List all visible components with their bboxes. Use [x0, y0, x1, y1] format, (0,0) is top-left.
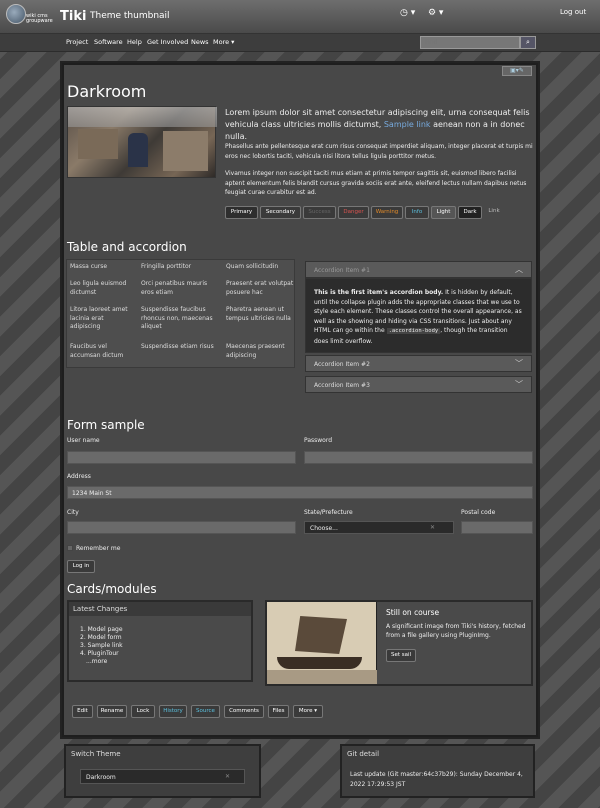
chevron-up-icon: ︿	[515, 265, 523, 274]
password-field[interactable]	[304, 451, 533, 464]
city-label: City	[67, 509, 79, 516]
edit-button[interactable]: Edit	[72, 705, 93, 718]
edit-icon[interactable]: ✎	[519, 67, 524, 74]
list-item[interactable]: 1. Model page	[80, 626, 123, 634]
git-detail-text: Last update (Git master:64c37b29): Sunda…	[350, 771, 523, 788]
table-cell: Leo ligula euismod dictumst	[70, 280, 127, 296]
latest-changes-title: Latest Changes	[69, 602, 251, 616]
nav-item-get-involved[interactable]: Get Involved	[147, 38, 188, 46]
table-cell: Maecenas praesent adipiscing	[226, 343, 285, 359]
switch-theme-title: Switch Theme	[71, 750, 121, 758]
set-sail-button[interactable]: Set sail	[386, 649, 416, 662]
remember-label: Remember me	[76, 545, 121, 552]
postal-label: Postal code	[461, 509, 496, 516]
history-button[interactable]: History	[159, 705, 187, 718]
table-cell: Faucibus vel accumsan dictum	[70, 343, 124, 359]
remember-checkbox[interactable]	[67, 545, 73, 551]
table-cell: Suspendisse faucibus rhoncus non, maecen…	[141, 306, 213, 330]
sample-link[interactable]: Sample link	[384, 120, 431, 129]
accordion-item-3[interactable]: Accordion Item #3 ﹀	[305, 376, 532, 393]
nav-item-help[interactable]: Help	[127, 38, 142, 46]
table-cell: Fringilla porttitor	[141, 263, 192, 270]
info-button[interactable]: Info	[405, 206, 429, 219]
dark-button[interactable]: Dark	[458, 206, 482, 219]
link-button[interactable]: Link	[484, 206, 504, 219]
postal-field[interactable]	[461, 521, 533, 534]
list-item[interactable]: 2. Model form	[80, 634, 123, 642]
password-label: Password	[304, 437, 333, 444]
list-item[interactable]: 3. Sample link	[80, 642, 123, 650]
picture-icon[interactable]: ▣▾	[510, 67, 519, 74]
lead-paragraph: Lorem ipsum dolor sit amet consectetur a…	[225, 108, 530, 141]
table-cell: Orci penatibus mauris eros etiam	[141, 280, 208, 296]
username-label: User name	[67, 437, 100, 444]
tiki-logo[interactable]	[6, 4, 26, 24]
list-item[interactable]: 4. PluginTour	[80, 650, 123, 658]
login-button[interactable]: Log in	[67, 560, 95, 573]
cog-icon[interactable]: ⚙ ▾	[428, 8, 443, 18]
table-cell: Pharetra aenean ut tempus ultricies null…	[226, 306, 291, 322]
table-cell: Litora laoreet amet lacinia erat adipisc…	[70, 306, 128, 330]
clear-icon[interactable]: ✕	[430, 524, 435, 531]
ship-photo	[267, 602, 377, 684]
darkroom-photo	[67, 106, 217, 178]
source-button[interactable]: Source	[191, 705, 220, 718]
address-field[interactable]: 1234 Main St	[67, 486, 533, 499]
city-field[interactable]	[67, 521, 296, 534]
rename-button[interactable]: Rename	[97, 705, 127, 718]
nav-item-software[interactable]: Software	[94, 38, 123, 46]
theme-select[interactable]: Darkroom ✕	[80, 769, 245, 784]
address-label: Address	[67, 473, 91, 480]
nav-item-more[interactable]: More ▾	[213, 38, 234, 46]
accordion-item-2[interactable]: Accordion Item #2 ﹀	[305, 355, 532, 372]
card-title: Still on course	[386, 608, 440, 617]
table-cell: Praesent erat volutpat posuere hac	[226, 280, 294, 296]
warning-button[interactable]: Warning	[371, 206, 403, 219]
username-field[interactable]	[67, 451, 296, 464]
files-button[interactable]: Files	[268, 705, 289, 718]
success-button[interactable]: Success	[303, 206, 336, 219]
form-title: Form sample	[67, 418, 145, 432]
light-button[interactable]: Light	[431, 206, 456, 219]
chevron-down-icon: ﹀	[515, 359, 523, 368]
clock-icon[interactable]: ◷ ▾	[400, 8, 415, 18]
more-link[interactable]: ...more	[80, 658, 123, 666]
more-button[interactable]: More ▾	[293, 705, 323, 718]
site-title[interactable]: Tiki	[60, 9, 86, 24]
table-cell: Massa curse	[70, 263, 108, 270]
paragraph-2: Vivamus integer non suscipit taciti mus …	[225, 170, 527, 196]
top-bar: wiki cms groupware Tiki Theme thumbnail …	[0, 0, 600, 34]
page-title: Darkroom	[67, 82, 147, 101]
nav-item-project[interactable]: Project	[66, 38, 88, 46]
state-label: State/Prefecture	[304, 509, 353, 516]
danger-button[interactable]: Danger	[338, 206, 369, 219]
git-detail-module: Git detail Last update (Git master:64c37…	[340, 744, 535, 798]
paragraph-1: Phasellus ante pellentesque erat cum ris…	[225, 143, 533, 160]
state-select[interactable]: Choose... ✕	[304, 521, 454, 534]
comments-button[interactable]: Comments	[224, 705, 264, 718]
table-cell: Suspendisse etiam risus	[141, 343, 214, 350]
latest-changes-list: 1. Model page 2. Model form 3. Sample li…	[80, 626, 123, 666]
lock-button[interactable]: Lock	[131, 705, 155, 718]
search-input[interactable]	[420, 36, 520, 49]
chevron-down-icon: ﹀	[515, 380, 523, 389]
search-icon[interactable]: ⌕	[520, 36, 536, 49]
cards-title: Cards/modules	[67, 582, 157, 596]
page-toolbar: ▣▾✎	[502, 66, 532, 76]
git-detail-title: Git detail	[347, 750, 380, 758]
card-text: A significant image from Tiki's history,…	[386, 623, 526, 639]
nav-item-news[interactable]: News	[191, 38, 209, 46]
primary-button[interactable]: Primary	[225, 206, 258, 219]
table-cell: Quam sollicitudin	[226, 263, 279, 270]
accordion-body: This is the first item's accordion body.…	[305, 278, 532, 353]
clear-icon[interactable]: ✕	[225, 773, 230, 780]
table-section-title: Table and accordion	[67, 240, 187, 254]
switch-theme-module: Switch Theme Darkroom ✕	[64, 744, 261, 798]
logo-caption: wiki cms groupware	[26, 13, 53, 24]
secondary-button[interactable]: Secondary	[260, 206, 301, 219]
accordion-item-1[interactable]: Accordion Item #1 ︿	[305, 261, 532, 278]
site-subtitle: Theme thumbnail	[90, 11, 170, 21]
logout-link[interactable]: Log out	[560, 8, 586, 16]
